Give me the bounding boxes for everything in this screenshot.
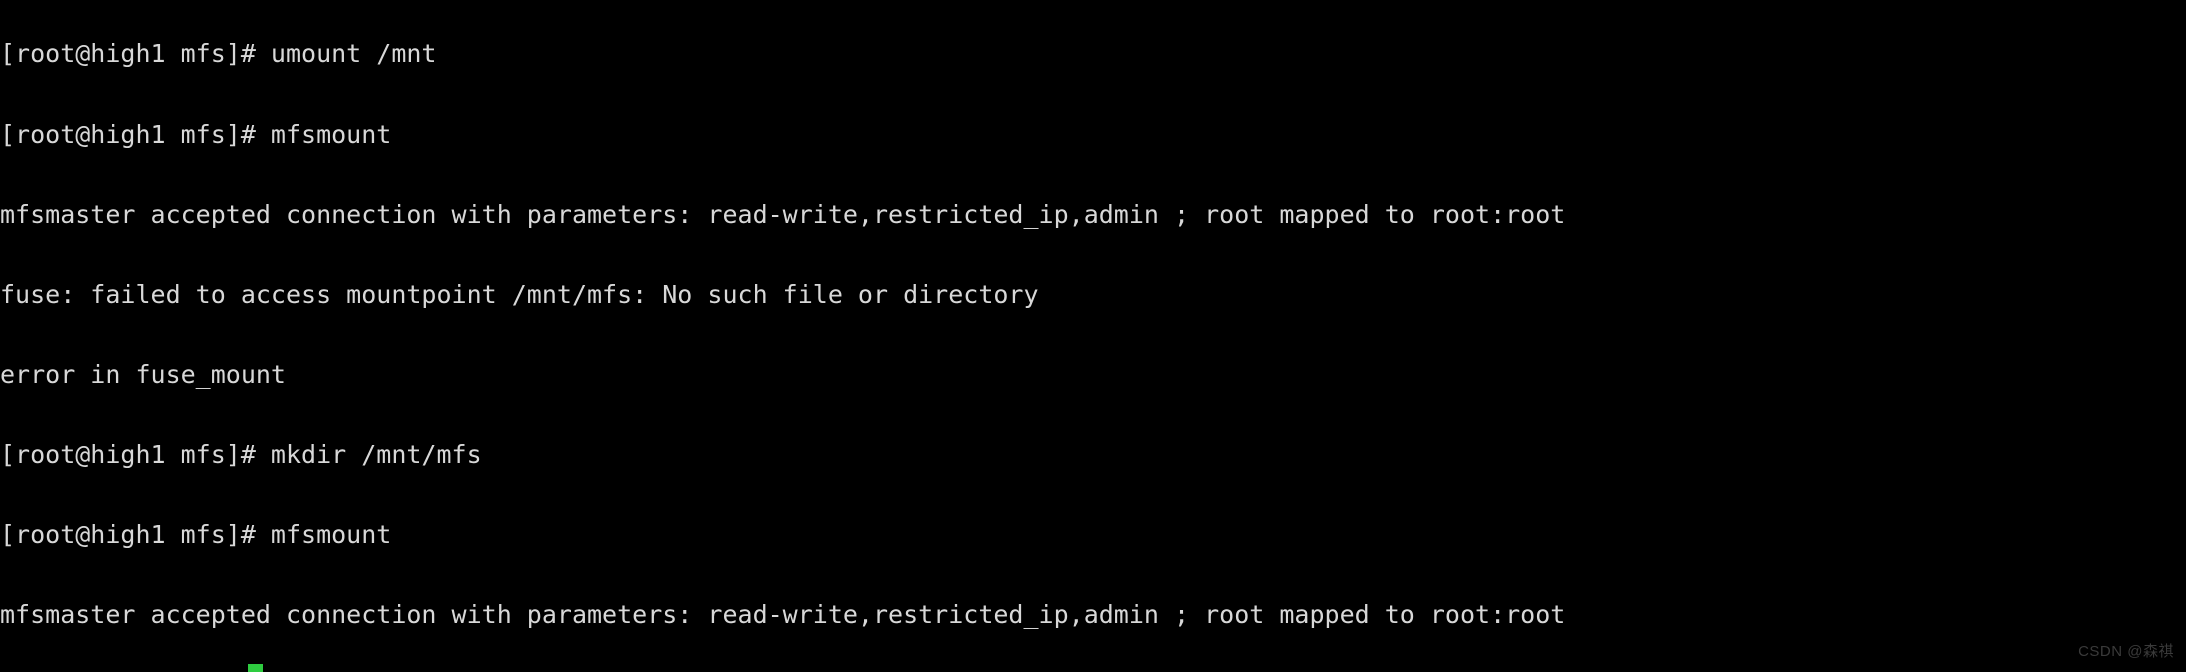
terminal-line: fuse: failed to access mountpoint /mnt/m… xyxy=(0,279,1039,309)
terminal-cursor xyxy=(248,664,263,672)
terminal-line: error in fuse_mount xyxy=(0,359,286,389)
terminal-line: [root@high1 mfs]# mfsmount xyxy=(0,519,392,549)
terminal-line: mfsmaster accepted connection with param… xyxy=(0,199,1566,229)
terminal-line: [root@high1 mfs]# umount /mnt xyxy=(0,39,437,69)
watermark: CSDN @森祺 xyxy=(2078,643,2174,661)
terminal-line: [root@high1 mfs]# mfsmount xyxy=(0,119,392,149)
terminal-window[interactable]: [root@high1 mfs]# umount /mnt [root@high… xyxy=(0,0,2186,672)
terminal-line: mfsmaster accepted connection with param… xyxy=(0,600,1566,630)
terminal-screen[interactable]: [root@high1 mfs]# umount /mnt [root@high… xyxy=(0,0,2186,672)
terminal-line: [root@high1 mfs]# mkdir /mnt/mfs xyxy=(0,439,482,469)
